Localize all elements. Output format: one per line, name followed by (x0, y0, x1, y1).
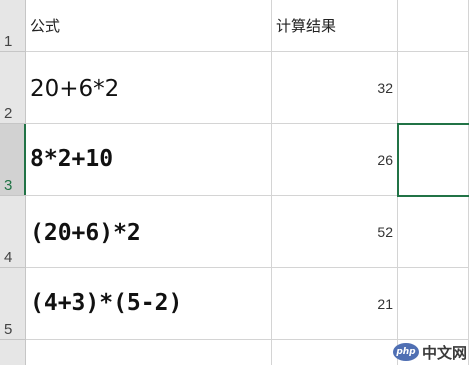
cell-A3[interactable]: 8*2+10 (26, 124, 272, 196)
php-logo-icon: php (392, 343, 419, 361)
cell-B6[interactable] (272, 340, 398, 365)
row-number-label: 5 (4, 321, 13, 338)
spreadsheet-grid: 1 公式 计算结果 2 20+6*2 32 3 8*2+10 26 4 (20+… (0, 0, 469, 365)
result-column-header: 计算结果 (276, 17, 337, 35)
cell-C4[interactable] (398, 196, 469, 268)
formula-text: (4+3)*(5-2) (30, 290, 183, 316)
cell-C5[interactable] (398, 268, 469, 340)
row-number-label: 3 (4, 177, 13, 194)
active-cell-selection[interactable] (397, 123, 469, 197)
cell-B2[interactable]: 32 (272, 52, 398, 124)
cell-C1[interactable] (398, 0, 469, 52)
result-value: 32 (377, 80, 393, 96)
formula-text: 20+6*2 (30, 76, 120, 102)
cell-A1[interactable]: 公式 (26, 0, 272, 52)
cell-B5[interactable]: 21 (272, 268, 398, 340)
row-number-label: 1 (4, 33, 13, 50)
watermark-text: 中文网 (421, 341, 467, 363)
row-header-6[interactable] (0, 340, 26, 365)
row-header-5[interactable]: 5 (0, 268, 26, 340)
result-value: 52 (377, 224, 393, 240)
cell-A2[interactable]: 20+6*2 (26, 52, 272, 124)
row-header-1[interactable]: 1 (0, 0, 26, 52)
cell-C2[interactable] (398, 52, 469, 124)
cell-B4[interactable]: 52 (272, 196, 398, 268)
site-watermark: php 中文网 (392, 341, 467, 363)
cell-A6[interactable] (26, 340, 272, 365)
formula-column-header: 公式 (30, 17, 61, 35)
formula-text: 8*2+10 (30, 146, 114, 172)
result-value: 21 (377, 296, 393, 312)
row-header-2[interactable]: 2 (0, 52, 26, 124)
result-value: 26 (377, 152, 393, 168)
cell-B1[interactable]: 计算结果 (272, 0, 398, 52)
cell-A4[interactable]: (20+6)*2 (26, 196, 272, 268)
cell-A5[interactable]: (4+3)*(5-2) (26, 268, 272, 340)
row-number-label: 4 (4, 249, 13, 266)
row-header-3[interactable]: 3 (0, 124, 26, 196)
row-number-label: 2 (4, 105, 13, 122)
row-header-4[interactable]: 4 (0, 196, 26, 268)
cell-B3[interactable]: 26 (272, 124, 398, 196)
formula-text: (20+6)*2 (30, 220, 141, 246)
